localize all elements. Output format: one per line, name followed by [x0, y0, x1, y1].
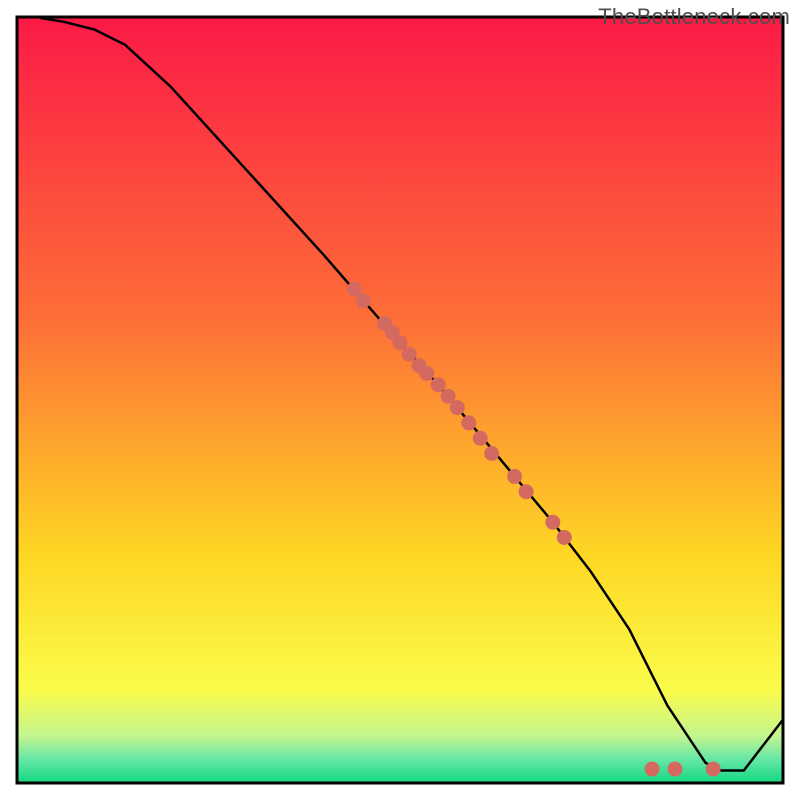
scatter-point: [706, 762, 721, 777]
scatter-point: [545, 515, 560, 530]
chart-svg: [0, 0, 800, 800]
scatter-point: [484, 446, 499, 461]
scatter-point: [507, 469, 522, 484]
scatter-point: [645, 762, 660, 777]
scatter-point: [557, 530, 572, 545]
scatter-point: [419, 366, 434, 381]
scatter-point: [519, 484, 534, 499]
scatter-point: [402, 347, 417, 362]
scatter-point: [461, 415, 476, 430]
scatter-point: [473, 431, 488, 446]
scatter-point: [431, 377, 446, 392]
scatter-point: [450, 400, 465, 415]
watermark-text: TheBottleneck.com: [598, 4, 790, 30]
scatter-point: [668, 762, 683, 777]
bottleneck-chart: TheBottleneck.com: [0, 0, 800, 800]
scatter-point: [356, 293, 371, 308]
gradient-background: [18, 18, 782, 782]
